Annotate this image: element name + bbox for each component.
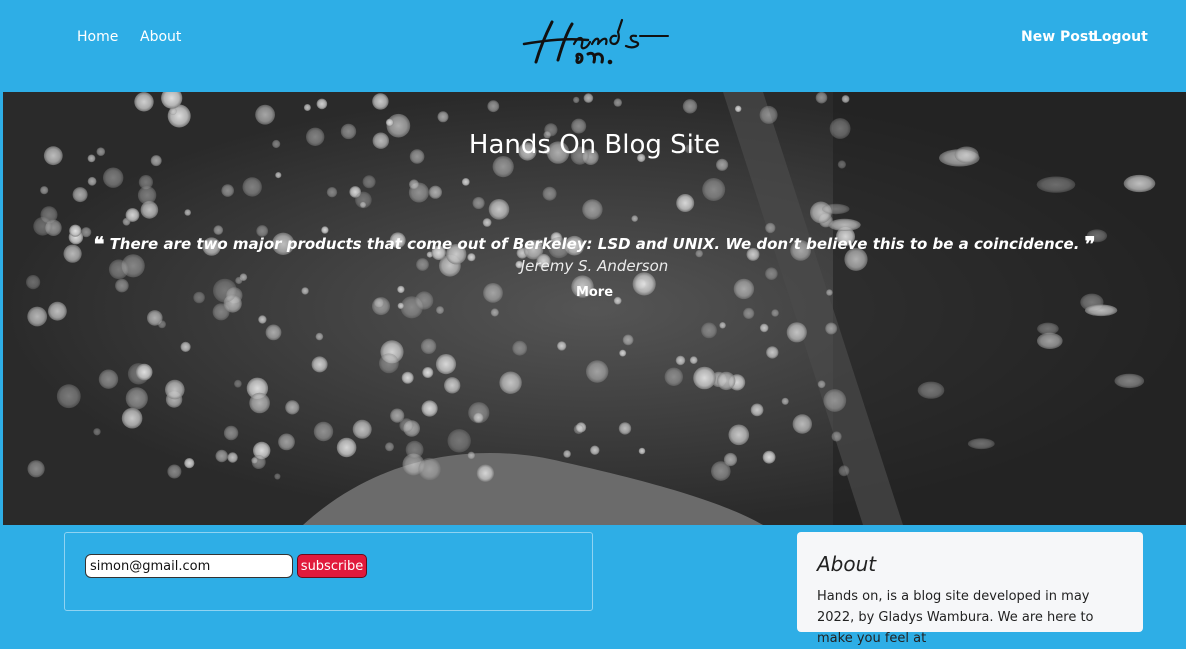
site-logo[interactable]	[518, 14, 674, 70]
navbar: Home About New Post Logout	[0, 0, 1186, 92]
nav-new-post-link[interactable]: New Post	[1021, 29, 1095, 45]
about-title: About	[817, 552, 877, 576]
subscribe-button[interactable]: subscribe	[297, 554, 367, 578]
nav-logout-link[interactable]: Logout	[1093, 29, 1148, 45]
quote-text: There are two major products that come o…	[109, 235, 1080, 253]
open-quote-icon: ❝	[93, 232, 105, 256]
close-quote-icon: ❞	[1084, 232, 1096, 256]
nav-about-link[interactable]: About	[140, 29, 181, 45]
quote-author: Jeremy S. Anderson	[520, 257, 669, 275]
subscribe-form: subscribe	[64, 532, 593, 611]
hero-banner: Hands On Blog Site ❝ There are two major…	[3, 92, 1186, 525]
more-link[interactable]: More	[3, 285, 1186, 300]
about-text: Hands on, is a blog site developed in ma…	[817, 589, 1094, 646]
hero-quote: ❝ There are two major products that come…	[3, 232, 1186, 256]
hero-title: Hands On Blog Site	[468, 130, 721, 160]
email-input[interactable]	[85, 554, 293, 578]
nav-home-link[interactable]: Home	[77, 29, 118, 45]
about-card: About Hands on, is a blog site developed…	[797, 532, 1143, 646]
